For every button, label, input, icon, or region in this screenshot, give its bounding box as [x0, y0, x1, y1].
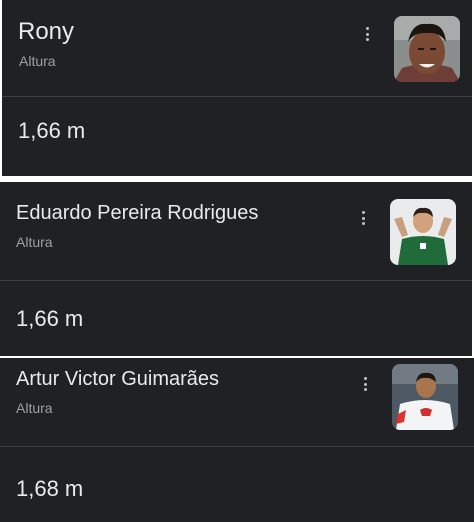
player-photo[interactable] [394, 16, 460, 82]
height-value: 1,66 m [18, 118, 86, 143]
result-card-artur[interactable]: Artur Victor Guimarães Altura 1,68 m [0, 358, 474, 522]
result-card-rony[interactable]: Rony Altura 1,66 m [0, 0, 474, 176]
height-value: 1,66 m [16, 306, 84, 331]
result-card-eduardo[interactable]: Eduardo Pereira Rodrigues Altura 1,66 m [0, 182, 474, 356]
attribute-label: Altura [16, 234, 53, 250]
player-photo[interactable] [390, 199, 456, 265]
entity-name[interactable]: Artur Victor Guimarães [16, 368, 219, 391]
player-photo[interactable] [392, 364, 458, 430]
more-vert-icon[interactable] [362, 376, 368, 392]
attribute-label: Altura [16, 400, 53, 416]
more-vert-icon[interactable] [364, 26, 370, 42]
height-value: 1,68 m [16, 476, 84, 501]
entity-name[interactable]: Rony [18, 18, 74, 46]
more-vert-icon[interactable] [360, 210, 366, 226]
attribute-label: Altura [19, 53, 56, 69]
entity-name[interactable]: Eduardo Pereira Rodrigues [16, 202, 258, 225]
